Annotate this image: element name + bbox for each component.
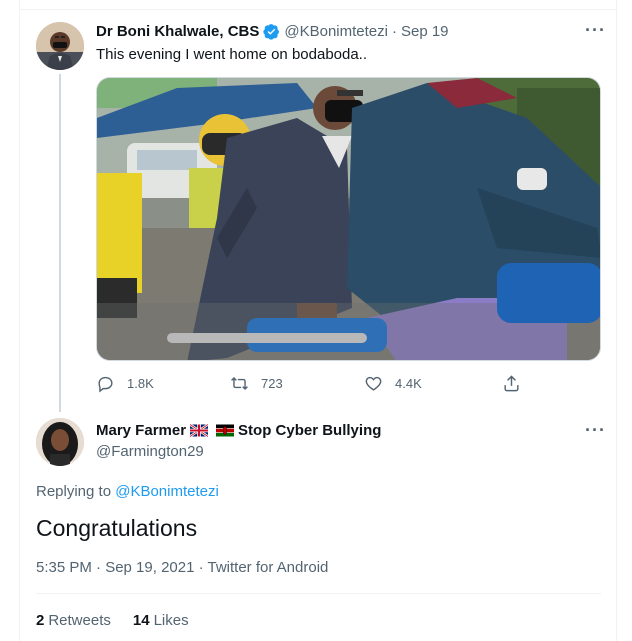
stats-divider-top <box>36 593 601 594</box>
retweet-icon <box>231 376 248 391</box>
share-button[interactable] <box>502 374 533 393</box>
retweet-button[interactable]: 723 <box>230 374 283 393</box>
heart-icon <box>365 376 382 391</box>
reply-author-avatar[interactable] <box>36 418 84 466</box>
kenya-flag-icon <box>216 424 235 437</box>
separator-dot: · <box>391 23 397 40</box>
verified-badge-icon <box>263 24 280 40</box>
reply-more-options-icon[interactable]: ··· <box>585 420 606 441</box>
reply-button[interactable]: 1.8K <box>96 374 154 393</box>
tweet-date[interactable]: Sep 19 <box>401 23 449 40</box>
likes-stat[interactable]: 14 Likes <box>133 612 189 629</box>
tweet-text: This evening I went home on bodaboda.. <box>96 46 368 63</box>
top-divider <box>19 0 617 10</box>
like-stat-label: Likes <box>153 612 189 629</box>
reply-icon <box>98 376 113 393</box>
author-avatar[interactable] <box>36 22 84 70</box>
like-count: 4.4K <box>395 376 422 391</box>
more-options-icon[interactable]: ··· <box>585 20 606 41</box>
tweet-photo[interactable] <box>96 77 601 361</box>
author-name[interactable]: Dr Boni Khalwale, CBS <box>96 23 259 40</box>
replying-to-line: Replying to @KBonimtetezi <box>36 483 219 500</box>
reply-stats: 2 Retweets 14 Likes <box>36 612 189 629</box>
reply-author-handle[interactable]: @Farmington29 <box>96 443 204 460</box>
reply-text: Congratulations <box>36 515 198 541</box>
thread-connector <box>59 74 61 412</box>
reply-author-name-part1[interactable]: Mary Farmer <box>96 422 186 439</box>
author-handle[interactable]: @KBonimtetezi <box>284 23 388 40</box>
replying-to-link[interactable]: @KBonimtetezi <box>115 483 219 500</box>
tweet-header: Dr Boni Khalwale, CBS @KBonimtetezi · Se… <box>96 23 449 40</box>
like-stat-count: 14 <box>132 612 150 629</box>
retweet-count: 723 <box>261 376 283 391</box>
replying-prefix: Replying to <box>36 483 112 500</box>
reply-header: Mary Farmer Stop Cyber Bullying <box>96 422 381 439</box>
reply-timestamp[interactable]: 5:35 PM · Sep 19, 2021 · Twitter for And… <box>36 559 328 576</box>
reply-count: 1.8K <box>127 376 154 391</box>
retweet-stat-count: 2 <box>36 612 45 629</box>
tweet-actions: 1.8K 723 4.4K <box>96 374 526 396</box>
reply-author-name-part2[interactable]: Stop Cyber Bullying <box>238 422 381 439</box>
uk-flag-icon <box>190 424 209 437</box>
like-button[interactable]: 4.4K <box>364 374 422 393</box>
share-icon <box>504 375 519 392</box>
retweets-stat[interactable]: 2 Retweets <box>36 612 111 629</box>
retweet-stat-label: Retweets <box>48 612 111 629</box>
